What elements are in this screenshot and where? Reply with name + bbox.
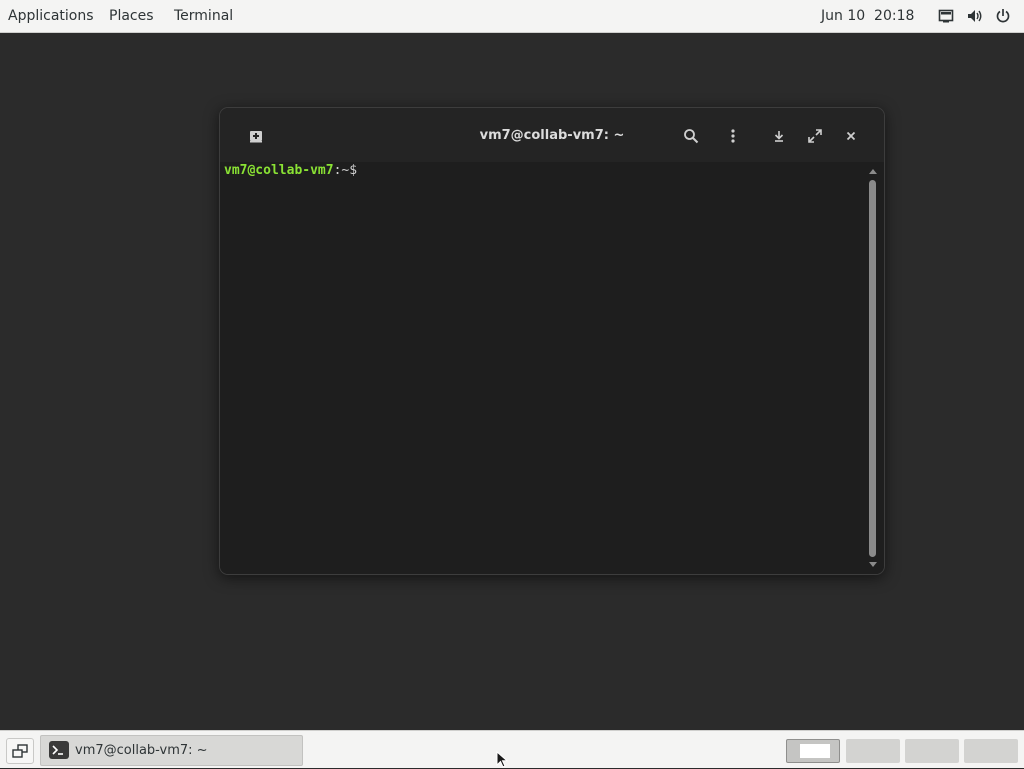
prompt-user-host: vm7@collab-vm7: [224, 163, 334, 178]
scroll-thumb[interactable]: [869, 180, 876, 557]
shell-prompt: vm7@collab-vm7:~$: [224, 162, 357, 180]
terminal-window[interactable]: vm7@collab-vm7: ~ vm7@collab-vm7:~$: [219, 107, 885, 575]
prompt-path: :~$: [333, 163, 358, 178]
scroll-down-icon[interactable]: [869, 562, 877, 568]
menu-icon[interactable]: [722, 125, 744, 147]
workspace-2[interactable]: [846, 739, 900, 763]
clock[interactable]: Jun 10 20:18: [821, 0, 914, 32]
workspace-1[interactable]: [786, 739, 840, 763]
terminal-content[interactable]: [220, 162, 884, 574]
taskbar-item-label: vm7@collab-vm7: ~: [75, 743, 208, 758]
mouse-cursor-icon: [496, 751, 508, 768]
power-icon[interactable]: [995, 8, 1011, 24]
terminal-menu[interactable]: Terminal: [166, 0, 241, 32]
close-icon[interactable]: [840, 125, 862, 147]
volume-icon[interactable]: [967, 8, 983, 24]
applications-menu[interactable]: Applications: [0, 0, 102, 32]
workspace-3[interactable]: [905, 739, 959, 763]
terminal-scrollbar[interactable]: [866, 163, 880, 573]
scroll-up-icon[interactable]: [869, 168, 877, 174]
minimize-icon[interactable]: [768, 125, 790, 147]
bottom-panel: vm7@collab-vm7: ~: [0, 730, 1024, 768]
search-icon[interactable]: [680, 125, 702, 147]
show-desktop-button[interactable]: [6, 738, 34, 764]
top-panel: Applications Places Terminal Jun 10 20:1…: [0, 0, 1024, 33]
display-icon[interactable]: [938, 8, 954, 24]
places-menu[interactable]: Places: [101, 0, 162, 32]
taskbar-item-terminal[interactable]: vm7@collab-vm7: ~: [40, 735, 303, 766]
workspace-4[interactable]: [964, 739, 1018, 763]
new-tab-icon[interactable]: [245, 125, 267, 147]
maximize-icon[interactable]: [804, 125, 826, 147]
show-desktop-icon: [12, 744, 28, 758]
terminal-header-bar[interactable]: vm7@collab-vm7: ~: [220, 108, 884, 162]
terminal-app-icon: [49, 741, 69, 759]
